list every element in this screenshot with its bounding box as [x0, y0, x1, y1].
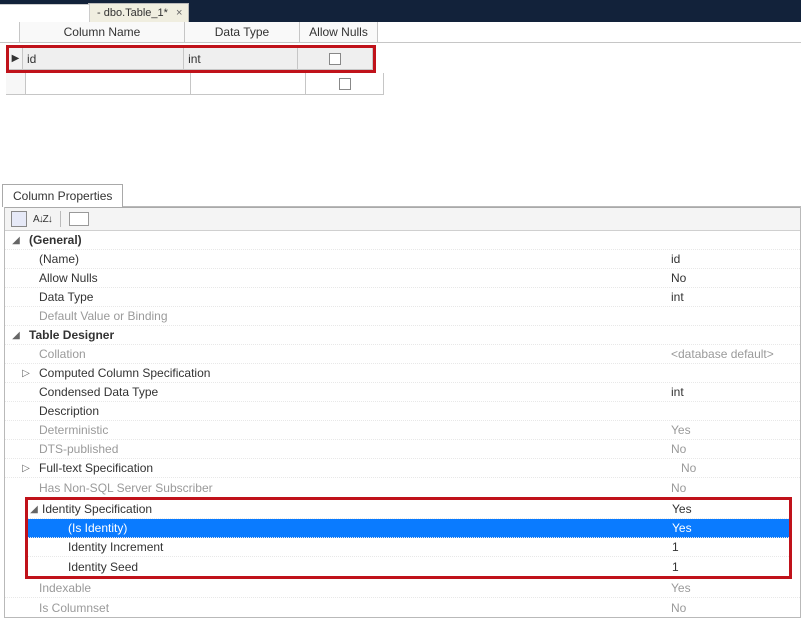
properties-toolbar: A↓Z↓	[5, 207, 800, 231]
prop-is-columnset[interactable]: Is Columnset No	[5, 598, 800, 617]
triangle-right-icon: ▶	[12, 53, 20, 64]
row-indicator[interactable]: ▶	[9, 48, 23, 70]
panel-tab[interactable]: Column Properties	[2, 184, 123, 207]
table-row[interactable]: ▶ id int	[9, 48, 373, 70]
prop-condensed-type[interactable]: Condensed Data Type int	[5, 383, 800, 402]
checkbox-icon[interactable]	[339, 78, 351, 90]
title-bar: - dbo.Table_1* ×	[0, 0, 801, 22]
expand-icon[interactable]: ▷	[5, 463, 37, 474]
category-general[interactable]: ◢ (General)	[5, 231, 800, 250]
prop-identity-seed[interactable]: Identity Seed 1	[28, 557, 789, 576]
prop-identity-spec[interactable]: ◢ Identity Specification Yes	[28, 500, 789, 519]
alpha-sort-icon[interactable]: A↓Z↓	[33, 214, 52, 225]
table-row[interactable]	[6, 73, 801, 95]
collapse-icon[interactable]: ◢	[5, 330, 27, 341]
prop-is-identity[interactable]: (Is Identity) Yes	[28, 519, 789, 538]
prop-default-value[interactable]: Default Value or Binding	[5, 307, 800, 326]
prop-data-type[interactable]: Data Type int	[5, 288, 800, 307]
tab-prefix-area	[0, 4, 90, 22]
categorized-icon[interactable]	[11, 211, 27, 227]
cell-allow-nulls[interactable]	[306, 73, 384, 95]
highlight-row-box: ▶ id int	[6, 45, 376, 73]
header-data-type[interactable]: Data Type	[185, 22, 300, 42]
document-tab[interactable]: - dbo.Table_1* ×	[88, 3, 189, 22]
separator	[60, 211, 61, 227]
highlight-identity-box: ◢ Identity Specification Yes (Is Identit…	[25, 497, 792, 579]
collapse-icon[interactable]: ◢	[28, 504, 40, 515]
prop-dts-published[interactable]: DTS-published No	[5, 440, 800, 459]
cell-allow-nulls[interactable]	[298, 48, 373, 70]
property-pages-icon[interactable]	[69, 212, 89, 226]
close-icon[interactable]: ×	[176, 7, 182, 19]
property-grid: ◢ (General) (Name) id Allow Nulls No Dat…	[5, 231, 800, 617]
cell-column-name[interactable]	[26, 73, 191, 95]
collapse-icon[interactable]: ◢	[5, 235, 27, 246]
prop-description[interactable]: Description	[5, 402, 800, 421]
checkbox-icon[interactable]	[329, 53, 341, 65]
category-table-designer[interactable]: ◢ Table Designer	[5, 326, 800, 345]
cell-data-type[interactable]	[191, 73, 306, 95]
prop-computed-spec[interactable]: ▷ Computed Column Specification	[5, 364, 800, 383]
header-column-name[interactable]: Column Name	[20, 22, 185, 42]
cell-column-name[interactable]: id	[23, 48, 184, 70]
prop-indexable[interactable]: Indexable Yes	[5, 579, 800, 598]
prop-name[interactable]: (Name) id	[5, 250, 800, 269]
prop-identity-increment[interactable]: Identity Increment 1	[28, 538, 789, 557]
column-grid: Column Name Data Type Allow Nulls ▶ id i…	[0, 22, 801, 95]
prop-allow-nulls[interactable]: Allow Nulls No	[5, 269, 800, 288]
prop-fulltext-spec[interactable]: ▷ Full-text Specification No	[5, 459, 800, 478]
column-properties-panel: Column Properties A↓Z↓ ◢ (General) (Name…	[0, 183, 801, 618]
cell-data-type[interactable]: int	[184, 48, 298, 70]
expand-icon[interactable]: ▷	[5, 368, 37, 379]
row-indicator[interactable]	[6, 73, 26, 95]
header-allow-nulls[interactable]: Allow Nulls	[300, 22, 378, 42]
tab-title: - dbo.Table_1*	[97, 7, 168, 19]
prop-collation[interactable]: Collation <database default>	[5, 345, 800, 364]
row-handle-header	[0, 22, 20, 42]
grid-header: Column Name Data Type Allow Nulls	[0, 22, 801, 43]
prop-nonsql-subscriber[interactable]: Has Non-SQL Server Subscriber No	[5, 478, 800, 497]
prop-deterministic[interactable]: Deterministic Yes	[5, 421, 800, 440]
